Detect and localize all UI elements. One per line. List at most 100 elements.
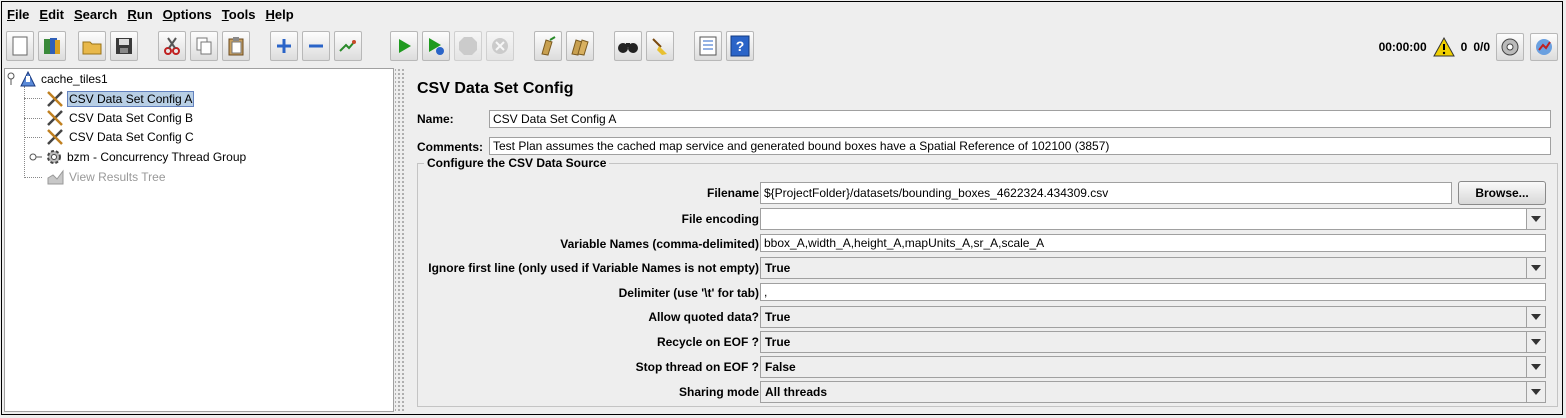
name-label: Name:: [417, 112, 454, 126]
chevron-down-icon[interactable]: [1526, 357, 1545, 377]
stop-button[interactable]: [454, 31, 482, 61]
recycle-eof-label: Recycle on EOF ?:: [656, 335, 763, 349]
chevron-down-icon[interactable]: [1526, 382, 1545, 402]
menu-run[interactable]: Run: [122, 3, 157, 27]
test-plan-tree: cache_tiles1 CSV Data Set Config A CSV D…: [4, 68, 394, 412]
tree-line: [24, 137, 42, 138]
chevron-down-icon[interactable]: [1526, 209, 1545, 229]
copy-button[interactable]: [190, 31, 218, 61]
search-button[interactable]: [614, 31, 642, 61]
open-button[interactable]: [78, 31, 106, 61]
sharing-mode-combobox[interactable]: All threads: [760, 381, 1546, 403]
menu-file-rest: ile: [14, 7, 30, 22]
graph-icon: [47, 169, 64, 185]
menu-edit[interactable]: Edit: [34, 3, 69, 27]
collapse-icon: [309, 44, 323, 48]
quoted-data-combobox[interactable]: True: [760, 306, 1546, 328]
warning-icon[interactable]: [1432, 37, 1455, 57]
elapsed-timer: 00:00:00: [1378, 40, 1427, 54]
browse-button[interactable]: Browse...: [1458, 181, 1546, 205]
stop-thread-eof-value: False: [765, 360, 796, 374]
delimiter-label: Delimiter (use '\t' for tab):: [618, 286, 763, 300]
tree-item-csv-c[interactable]: CSV Data Set Config C: [45, 128, 196, 146]
function-helper-button[interactable]: [694, 31, 722, 61]
log-viewer-button[interactable]: [1530, 33, 1558, 61]
wrench-scissors-icon: [47, 129, 63, 145]
tree-item-csv-b[interactable]: CSV Data Set Config B: [45, 109, 195, 127]
menu-file[interactable]: File: [2, 3, 34, 27]
menu-tools-rest: ools: [228, 7, 256, 22]
clear-icon: [541, 36, 556, 56]
expand-all-button[interactable]: [270, 31, 298, 61]
tree-item-label: CSV Data Set Config C: [69, 130, 194, 144]
tree-item-thread-group[interactable]: bzm - Concurrency Thread Group: [29, 148, 248, 166]
varnames-field[interactable]: bbox_A,width_A,height_A,mapUnits_A,sr_A,…: [760, 234, 1546, 252]
delimiter-field[interactable]: ,: [760, 283, 1546, 301]
toolbar: ?: [6, 30, 1558, 64]
tree-item-label: bzm - Concurrency Thread Group: [67, 150, 247, 164]
cut-icon: [164, 37, 180, 55]
clear-button[interactable]: [534, 31, 562, 61]
menu-tools[interactable]: Tools: [217, 3, 261, 27]
start-button[interactable]: [390, 31, 418, 61]
filename-field[interactable]: ${ProjectFolder}/datasets/bounding_boxes…: [760, 182, 1452, 204]
remote-status-button[interactable]: [1496, 33, 1524, 61]
recycle-eof-combobox[interactable]: True: [760, 331, 1546, 353]
tree-item-label: CSV Data Set Config A: [67, 91, 195, 107]
ignore-first-line-value: True: [765, 261, 791, 275]
help-button[interactable]: ?: [726, 31, 754, 61]
start-icon: [399, 39, 411, 53]
menu-bar: File Edit Search Run Options Tools Help: [2, 3, 1558, 27]
start-no-pauses-button[interactable]: [422, 31, 450, 61]
ignore-first-line-combobox[interactable]: True: [760, 257, 1546, 279]
menu-options[interactable]: Options: [158, 3, 217, 27]
menu-search-rest: earch: [82, 7, 118, 22]
menu-help[interactable]: Help: [260, 3, 298, 27]
stop-thread-eof-combobox[interactable]: False: [760, 356, 1546, 378]
comments-label: Comments:: [417, 140, 484, 154]
chevron-down-icon[interactable]: [1526, 307, 1545, 327]
wrench-scissors-icon: [47, 91, 63, 107]
varnames-label: Variable Names (comma-delimited):: [560, 237, 763, 251]
recycle-eof-value: True: [765, 335, 791, 349]
comments-field[interactable]: Test Plan assumes the cached map service…: [489, 137, 1551, 155]
start-no-pause-icon: [429, 38, 444, 55]
new-icon: [12, 36, 28, 56]
menu-options-rest: ptions: [172, 7, 212, 22]
toggle-icon: [339, 40, 356, 52]
warning-count: 0: [1460, 40, 1468, 54]
reset-search-button[interactable]: [646, 31, 674, 61]
tree-item-csv-a[interactable]: CSV Data Set Config A: [45, 90, 195, 108]
status-area: 00:00:00 0 0/0: [1379, 32, 1558, 62]
stop-thread-eof-label: Stop thread on EOF ?:: [635, 360, 763, 374]
paste-button[interactable]: [222, 31, 250, 61]
expand-icon: [277, 39, 291, 53]
collapse-handle-icon[interactable]: [7, 72, 17, 86]
menu-run-rest: un: [136, 7, 153, 22]
menu-search[interactable]: Search: [69, 3, 122, 27]
menu-edit-rest: dit: [48, 7, 64, 22]
name-field[interactable]: CSV Data Set Config A: [489, 110, 1551, 128]
tree-item-view-results[interactable]: View Results Tree: [45, 168, 168, 186]
copy-icon: [196, 37, 212, 55]
stop-icon: [459, 37, 477, 55]
tree-item-label: CSV Data Set Config B: [69, 111, 194, 125]
cut-button[interactable]: [158, 31, 186, 61]
shutdown-button[interactable]: [486, 31, 514, 61]
test-plan-icon: [20, 71, 36, 87]
toggle-button[interactable]: [334, 31, 362, 61]
templates-button[interactable]: [38, 31, 66, 61]
split-pane-divider[interactable]: [395, 68, 405, 412]
tree-root[interactable]: cache_tiles1: [7, 70, 110, 88]
chevron-down-icon[interactable]: [1526, 332, 1545, 352]
new-button[interactable]: [6, 31, 34, 61]
collapse-all-button[interactable]: [302, 31, 330, 61]
expand-handle-icon[interactable]: [29, 150, 43, 164]
chevron-down-icon[interactable]: [1526, 258, 1545, 278]
encoding-combobox[interactable]: [760, 208, 1546, 230]
page-title: CSV Data Set Config: [417, 80, 574, 97]
clear-all-button[interactable]: [566, 31, 594, 61]
shutdown-icon: [492, 38, 508, 54]
save-button[interactable]: [110, 31, 138, 61]
paste-icon: [228, 37, 244, 56]
